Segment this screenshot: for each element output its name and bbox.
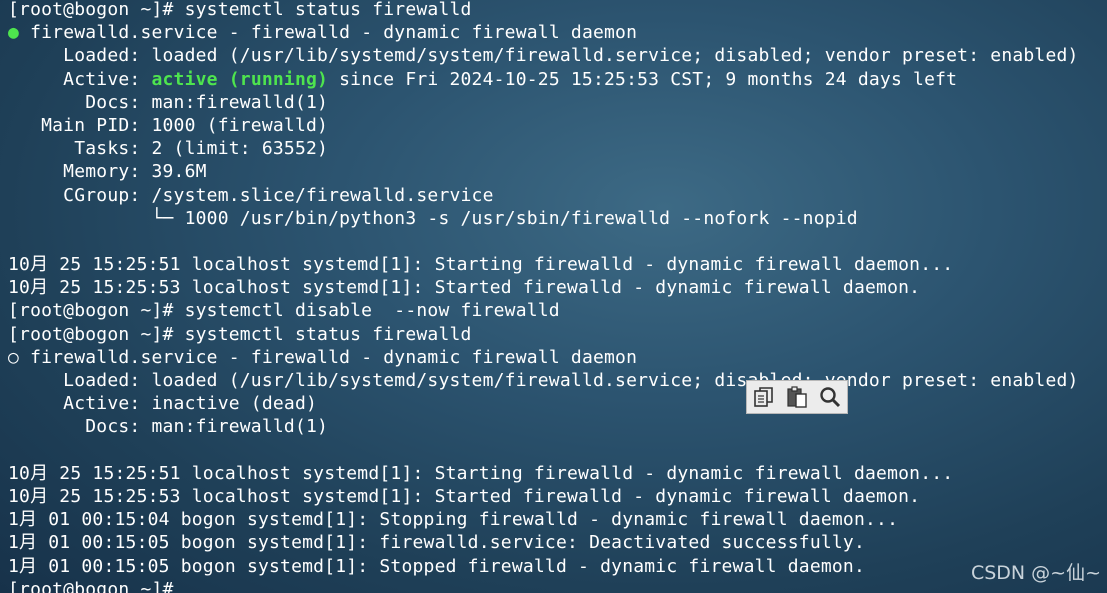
prompt-line: [root@bogon ~]# systemctl status firewal… bbox=[8, 323, 472, 345]
paste-icon[interactable] bbox=[783, 383, 811, 411]
log-line: 10月 25 15:25:51 localhost systemd[1]: St… bbox=[8, 254, 954, 276]
memory-line: Memory: 39.6M bbox=[8, 161, 207, 183]
copy-icon[interactable] bbox=[750, 383, 778, 411]
active-line: Active: inactive (dead) bbox=[8, 393, 318, 415]
status-dot-inactive-icon: ○ bbox=[8, 346, 20, 368]
docs-line: Docs: man:firewalld(1) bbox=[8, 416, 329, 438]
log-line: 10月 25 15:25:53 localhost systemd[1]: St… bbox=[8, 485, 921, 507]
search-icon[interactable] bbox=[816, 383, 844, 411]
prompt-line: [root@bogon ~]# bbox=[8, 578, 174, 593]
cgroup-line: CGroup: /system.slice/firewalld.service bbox=[8, 184, 494, 206]
log-line: 10月 25 15:25:53 localhost systemd[1]: St… bbox=[8, 277, 921, 299]
tasks-line: Tasks: 2 (limit: 63552) bbox=[8, 138, 329, 160]
log-line: 1月 01 00:15:05 bogon systemd[1]: Stopped… bbox=[8, 555, 866, 577]
prompt-line: [root@bogon ~]# systemctl status firewal… bbox=[8, 0, 472, 20]
log-line: 1月 01 00:15:05 bogon systemd[1]: firewal… bbox=[8, 532, 866, 554]
docs-line: Docs: man:firewalld(1) bbox=[8, 91, 329, 113]
terminal-output[interactable]: [root@bogon ~]# systemctl status firewal… bbox=[8, 0, 1107, 593]
status-dot-active-icon: ● bbox=[8, 22, 20, 44]
loaded-line: Loaded: loaded (/usr/lib/systemd/system/… bbox=[8, 370, 1079, 391]
floating-toolbar bbox=[746, 380, 848, 414]
cgroup-process-line: └─ 1000 /usr/bin/python3 -s /usr/sbin/fi… bbox=[8, 207, 858, 229]
log-line: 1月 01 00:15:04 bogon systemd[1]: Stoppin… bbox=[8, 509, 899, 531]
service-title-line: ● firewalld.service - firewalld - dynami… bbox=[8, 22, 638, 44]
log-line: 10月 25 15:25:51 localhost systemd[1]: St… bbox=[8, 462, 954, 484]
loaded-line: Loaded: loaded (/usr/lib/systemd/system/… bbox=[8, 45, 1079, 67]
active-line: Active: active (running) since Fri 2024-… bbox=[8, 68, 958, 90]
main-pid-line: Main PID: 1000 (firewalld) bbox=[8, 114, 329, 136]
active-running-status: active (running) bbox=[151, 68, 329, 90]
service-title-line: ○ firewalld.service - firewalld - dynami… bbox=[8, 346, 638, 368]
prompt-line: [root@bogon ~]# systemctl disable --now … bbox=[8, 300, 560, 322]
watermark: CSDN @~仙~ bbox=[970, 562, 1101, 584]
